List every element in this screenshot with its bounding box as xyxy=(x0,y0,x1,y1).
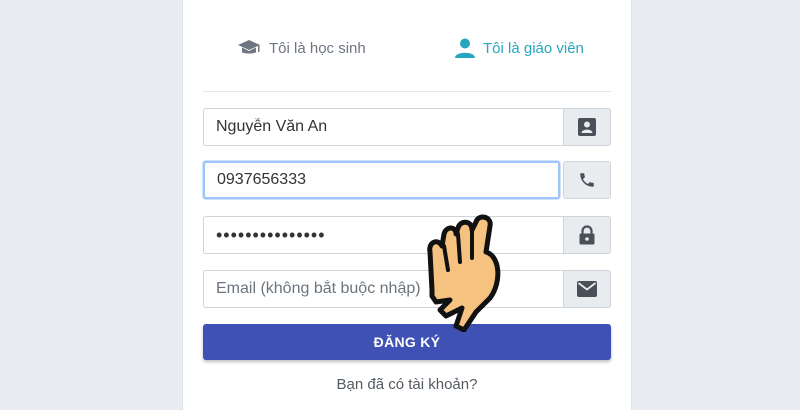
graduation-cap-icon xyxy=(237,39,261,57)
envelope-icon xyxy=(563,270,611,308)
register-button[interactable]: ĐĂNG KÝ xyxy=(203,324,611,360)
role-teacher-option[interactable]: Tôi là giáo viên xyxy=(455,36,584,60)
phone-input[interactable] xyxy=(203,161,560,199)
login-link[interactable]: Bạn đã có tài khoản? xyxy=(183,376,631,393)
email-input[interactable] xyxy=(203,270,563,308)
divider xyxy=(203,91,611,92)
email-field-group xyxy=(203,270,611,308)
name-input[interactable] xyxy=(203,108,563,146)
contact-card-icon xyxy=(563,108,611,146)
name-field-group xyxy=(203,108,611,146)
role-student-label: Tôi là học sinh xyxy=(269,39,366,57)
password-field-group xyxy=(203,216,611,254)
register-card: Tôi là học sinh Tôi là giáo viên Nguyễn … xyxy=(182,0,632,410)
phone-field-group xyxy=(203,161,611,199)
phone-icon xyxy=(563,161,611,199)
role-student-option[interactable]: Tôi là học sinh xyxy=(237,36,366,60)
role-teacher-label: Tôi là giáo viên xyxy=(483,39,584,57)
password-input[interactable] xyxy=(203,216,563,254)
lock-icon xyxy=(563,216,611,254)
user-icon xyxy=(455,38,475,58)
